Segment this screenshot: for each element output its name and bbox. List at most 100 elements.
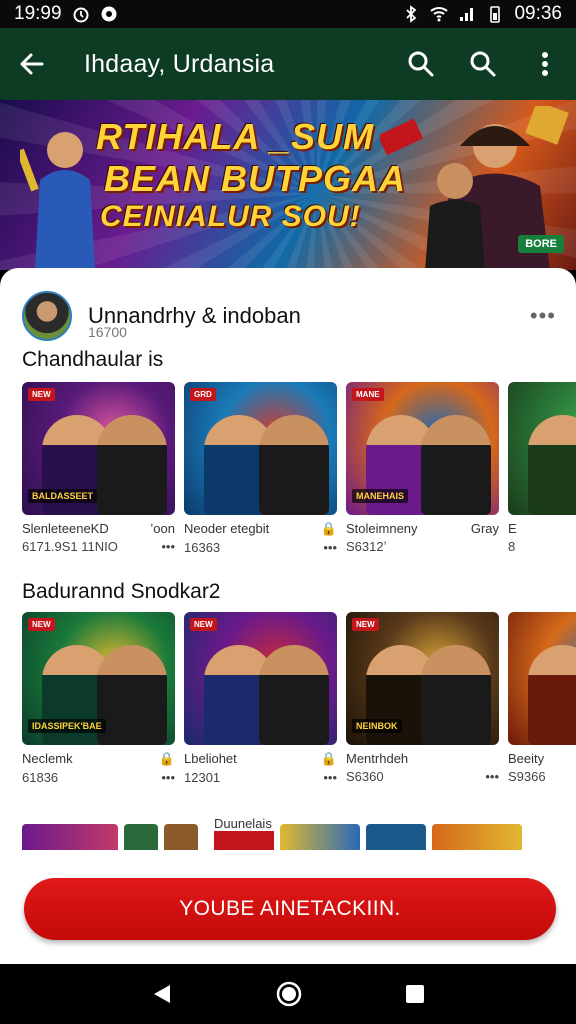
game-title: Neclemk xyxy=(22,751,73,766)
developer-subtitle: 16700 xyxy=(88,324,127,340)
bluetooth-icon xyxy=(406,5,417,23)
alarm-icon xyxy=(73,7,89,23)
promo-banner[interactable]: RTIHALA _SUM BEAN BUTPGAA CEINIALUR SOU!… xyxy=(0,100,576,270)
character-art xyxy=(259,415,329,515)
developer-name: Unnandrhy & indoban xyxy=(88,303,301,328)
game-badge: NEW xyxy=(28,388,55,401)
game-logo-text: BALDASSEET xyxy=(28,489,98,503)
partial-row-label: Duunelais xyxy=(212,816,274,831)
nav-home-icon[interactable] xyxy=(275,980,303,1008)
section-title-2: Badurannd Snodkar2 xyxy=(22,580,221,603)
game-title: Neoder etegbit xyxy=(184,521,270,536)
battery-icon xyxy=(490,6,501,23)
game-thumbnail[interactable]: NEW NEINBOK xyxy=(346,612,499,745)
nav-back-icon[interactable] xyxy=(150,982,174,1006)
game-title-aside: 🔒 xyxy=(158,751,175,766)
content-sheet: Unnandrhy & indoban ••• 16700 Chandhaula… xyxy=(0,268,576,964)
character-art xyxy=(421,645,491,745)
search-button-secondary[interactable] xyxy=(452,28,514,100)
banner-headline-2: BEAN BUTPGAA xyxy=(104,158,407,199)
game-meta: 6171.9S1 11NIO xyxy=(22,539,118,554)
game-title: Mentrhdeh xyxy=(346,751,409,766)
game-logo-text: NEINBOK xyxy=(352,719,402,733)
game-title: SlenleteeneKD xyxy=(22,521,109,536)
game-title: Stoleimneny xyxy=(346,521,418,536)
wifi-icon xyxy=(430,7,449,22)
game-title-aside: ʼoon xyxy=(150,521,175,536)
partial-thumb[interactable] xyxy=(366,824,426,850)
game-card[interactable]: MANE MANEHAIS Stoleimneny Gray S6312ʼ xyxy=(346,382,499,555)
game-meta: S6360 xyxy=(346,769,384,784)
banner-tag[interactable]: BORE xyxy=(518,235,564,253)
game-badge: NEW xyxy=(352,618,379,631)
game-meta-aside: ••• xyxy=(161,770,175,785)
partial-thumb[interactable] xyxy=(280,824,360,850)
game-title-aside: Gray xyxy=(470,521,499,536)
game-meta-aside: ••• xyxy=(323,540,337,555)
game-meta: S9366 xyxy=(508,769,546,784)
character-art xyxy=(97,415,167,515)
game-card[interactable]: Beeity S9366 xyxy=(508,612,576,785)
game-thumbnail[interactable]: GRD xyxy=(184,382,337,515)
more-options-button[interactable]: ••• xyxy=(530,303,556,329)
app-bar: Ihdaay, Urdansia xyxy=(0,28,576,100)
game-card[interactable]: NEW BALDASSEET SlenleteeneKD ʼoon 6171.9S1 1… xyxy=(22,382,175,555)
game-badge: MANE xyxy=(352,388,384,401)
game-meta: 61836 xyxy=(22,770,59,785)
search-button[interactable] xyxy=(390,28,452,100)
status-bar: 19:99 09:36 xyxy=(0,0,576,28)
game-card[interactable]: NEW NEINBOK Mentrhdeh S6360 ••• xyxy=(346,612,499,785)
more-vertical-icon xyxy=(542,52,548,76)
page-title: Ihdaay, Urdansia xyxy=(84,49,275,78)
game-meta-aside: ••• xyxy=(161,539,175,554)
game-thumbnail[interactable]: NEW BALDASSEET xyxy=(22,382,175,515)
game-badge: NEW xyxy=(190,618,217,631)
game-title: Lbeliohet xyxy=(184,751,237,766)
game-title: E xyxy=(508,521,517,536)
character-art xyxy=(528,415,576,515)
game-thumbnail[interactable]: MANE MANEHAIS xyxy=(346,382,499,515)
notification-icon xyxy=(101,6,117,22)
avatar xyxy=(22,291,72,341)
character-art xyxy=(421,415,491,515)
game-card[interactable]: GRD Neoder etegbit 🔒 16363 ••• xyxy=(184,382,337,555)
nav-recents-icon[interactable] xyxy=(404,983,426,1005)
game-meta: 12301 xyxy=(184,770,221,785)
game-thumbnail[interactable]: NEW IDASSIPEK'BAE xyxy=(22,612,175,745)
search-icon xyxy=(470,51,496,77)
game-thumbnail[interactable] xyxy=(508,382,576,515)
character-art xyxy=(259,645,329,745)
game-meta: 16363 xyxy=(184,540,221,555)
partial-thumb[interactable] xyxy=(164,824,198,850)
partial-row-3 xyxy=(22,824,576,850)
game-row-2: NEW IDASSIPEK'BAE Neclemk 🔒 61836 ••• NEW Lbeli… xyxy=(22,612,576,785)
search-icon xyxy=(408,51,434,77)
game-card[interactable]: E8 xyxy=(508,382,576,555)
back-button[interactable] xyxy=(0,28,64,100)
banner-headline-3: CEINIALUR SOU! xyxy=(100,200,361,233)
game-thumbnail[interactable]: NEW xyxy=(184,612,337,745)
game-badge: GRD xyxy=(190,388,216,401)
game-meta: 8 xyxy=(508,539,516,554)
game-meta: S6312ʼ xyxy=(346,539,387,554)
status-time-right: 09:36 xyxy=(514,3,562,24)
partial-thumb[interactable] xyxy=(432,824,522,850)
primary-action-button[interactable]: YOUBE AINETACKIIN. xyxy=(24,878,556,940)
game-card[interactable]: NEW Lbeliohet 🔒 12301 ••• xyxy=(184,612,337,785)
arrow-left-icon xyxy=(20,53,44,75)
signal-icon xyxy=(460,8,474,21)
game-title-aside: 🔒 xyxy=(320,751,337,766)
partial-thumb[interactable] xyxy=(22,824,118,850)
game-badge: NEW xyxy=(28,618,55,631)
partial-thumb[interactable] xyxy=(124,824,158,850)
character-art xyxy=(528,645,576,745)
system-nav-bar xyxy=(0,964,576,1024)
status-time: 19:99 xyxy=(14,3,62,24)
game-meta-aside: ••• xyxy=(485,769,499,784)
game-title: Beeity xyxy=(508,751,545,766)
character-art xyxy=(97,645,167,745)
game-meta-aside: ••• xyxy=(323,770,337,785)
game-card[interactable]: NEW IDASSIPEK'BAE Neclemk 🔒 61836 ••• xyxy=(22,612,175,785)
game-thumbnail[interactable] xyxy=(508,612,576,745)
overflow-menu-button[interactable] xyxy=(514,28,576,100)
